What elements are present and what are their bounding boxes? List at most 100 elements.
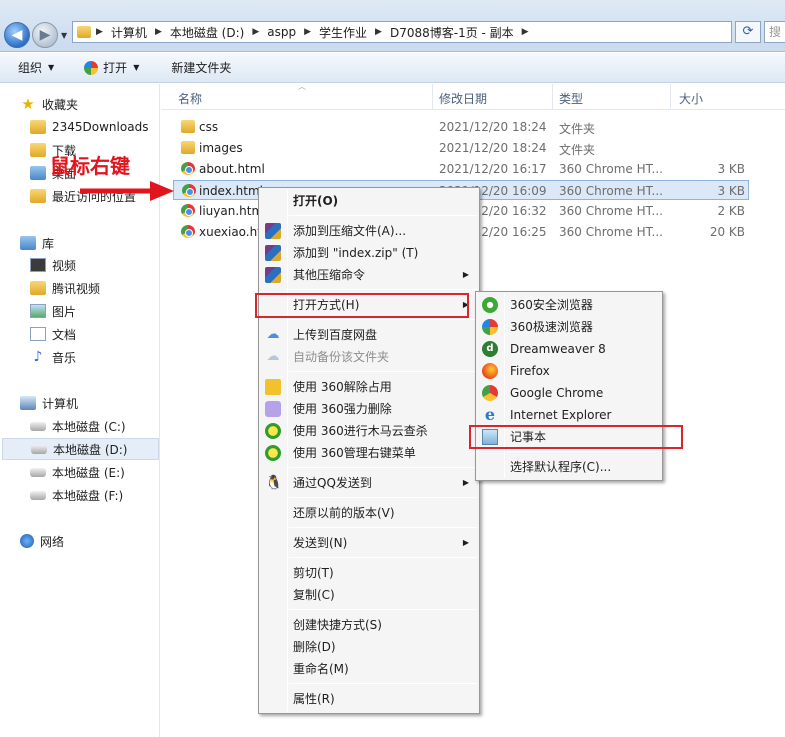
breadcrumb[interactable]: ▶ 计算机 ▶ 本地磁盘 (D:) ▶ aspp ▶ 学生作业 ▶ D7088博…	[72, 21, 732, 43]
nav-fav-2345downloads[interactable]: 2345Downloads	[30, 116, 148, 138]
menu-label: Google Chrome	[510, 386, 604, 400]
360-browser-icon	[84, 60, 99, 75]
internet-explorer-icon: e	[484, 405, 496, 424]
open-with-chrome[interactable]: Google Chrome	[478, 382, 660, 404]
nav-drive-f[interactable]: 本地磁盘 (F:)	[30, 484, 123, 506]
menu-upload-baidu[interactable]: ☁ 上传到百度网盘	[261, 324, 477, 346]
menu-properties[interactable]: 属性(R)	[261, 688, 477, 710]
open-with-360se[interactable]: 360安全浏览器	[478, 294, 660, 316]
nav-lib-tencent-video[interactable]: 腾讯视频	[30, 277, 100, 299]
nav-drive-e[interactable]: 本地磁盘 (E:)	[30, 461, 125, 483]
menu-add-zip[interactable]: 添加到 "index.zip" (T)	[261, 242, 477, 264]
chevron-right-icon[interactable]: ▶	[519, 27, 532, 37]
breadcrumb-aspp[interactable]: aspp	[262, 25, 301, 39]
recent-pages-dropdown[interactable]: ▼	[61, 31, 67, 40]
file-row-images[interactable]: images 2021/12/20 18:24 文件夹	[173, 138, 749, 158]
nav-item-label: 视频	[52, 258, 77, 273]
chevron-right-icon[interactable]: ▶	[152, 27, 165, 37]
organize-label: 组织	[18, 61, 43, 75]
nav-favorites[interactable]: ★ 收藏夹	[20, 93, 78, 115]
organize-button[interactable]: 组织 ▼	[0, 59, 64, 76]
menu-label: 添加到压缩文件(A)...	[293, 224, 407, 238]
menu-label: 360安全浏览器	[510, 298, 593, 312]
nav-lib-music[interactable]: ♪ 音乐	[30, 346, 76, 368]
menu-360-trojan-scan[interactable]: 使用 360进行木马云查杀	[261, 420, 477, 442]
360-security-icon	[265, 423, 281, 439]
menu-label: 使用 360进行木马云查杀	[293, 424, 428, 438]
arrow-left-icon: ◀	[11, 27, 23, 43]
menu-add-archive[interactable]: 添加到压缩文件(A)...	[261, 220, 477, 242]
column-header-size[interactable]: 大小	[679, 90, 703, 107]
menu-360-force-delete[interactable]: 使用 360强力删除	[261, 398, 477, 420]
breadcrumb-computer[interactable]: 计算机	[106, 24, 152, 41]
open-with-ie[interactable]: e Internet Explorer	[478, 404, 660, 426]
menu-label: Dreamweaver 8	[510, 342, 606, 356]
column-header-name[interactable]: 名称	[178, 90, 202, 107]
search-input[interactable]: 搜	[764, 21, 785, 43]
menu-create-shortcut[interactable]: 创建快捷方式(S)	[261, 614, 477, 636]
nav-lib-documents[interactable]: 文档	[30, 323, 76, 345]
file-name: images	[199, 141, 243, 155]
submenu-arrow-icon: ▶	[462, 270, 469, 279]
menu-copy[interactable]: 复制(C)	[261, 584, 477, 606]
nav-drive-c[interactable]: 本地磁盘 (C:)	[30, 415, 126, 437]
breadcrumb-homework[interactable]: 学生作业	[314, 24, 372, 41]
file-size: 3 KB	[717, 162, 745, 176]
column-header-type[interactable]: 类型	[559, 90, 583, 107]
chevron-right-icon[interactable]: ▶	[301, 27, 314, 37]
menu-delete[interactable]: 删除(D)	[261, 636, 477, 658]
refresh-icon: ⟳	[742, 24, 754, 39]
menu-360-manage-menu[interactable]: 使用 360管理右键菜单	[261, 442, 477, 464]
nav-libraries[interactable]: 库	[20, 232, 54, 254]
file-size: 20 KB	[709, 225, 745, 239]
nav-item-label: 图片	[52, 304, 77, 319]
file-row-css[interactable]: css 2021/12/20 18:24 文件夹	[173, 117, 749, 137]
open-with-submenu: 360安全浏览器 360极速浏览器 d Dreamweaver 8 Firefox…	[475, 291, 663, 481]
360-chrome-html-icon	[182, 184, 196, 197]
menu-360-unlock[interactable]: 使用 360解除占用	[261, 376, 477, 398]
menu-label: 使用 360管理右键菜单	[293, 446, 416, 460]
chevron-right-icon[interactable]: ▶	[249, 27, 262, 37]
new-folder-button[interactable]: 新建文件夹	[149, 59, 241, 76]
menu-label: Firefox	[510, 364, 550, 378]
open-with-dreamweaver[interactable]: d Dreamweaver 8	[478, 338, 660, 360]
dreamweaver-icon: d	[482, 341, 498, 357]
nav-computer[interactable]: 计算机	[20, 392, 78, 414]
network-icon	[20, 534, 34, 548]
menu-send-qq[interactable]: 🐧 通过QQ发送到 ▶	[261, 472, 477, 494]
star-icon: ★	[21, 95, 35, 113]
refresh-button[interactable]: ⟳	[735, 21, 761, 43]
nav-drive-d[interactable]: 本地磁盘 (D:)	[2, 438, 159, 460]
open-with-choose-default[interactable]: 选择默认程序(C)...	[478, 456, 660, 478]
nav-item-label: 音乐	[52, 350, 77, 365]
nav-item-label: 本地磁盘 (E:)	[52, 465, 125, 480]
file-name: index.html	[199, 184, 263, 198]
menu-open[interactable]: 打开(O)	[261, 190, 477, 212]
open-with-360chrome[interactable]: 360极速浏览器	[478, 316, 660, 338]
chevron-right-icon[interactable]: ▶	[372, 27, 385, 37]
column-headers: 名称 ︿ 修改日期 类型 大小	[161, 82, 785, 110]
menu-send-to[interactable]: 发送到(N) ▶	[261, 532, 477, 554]
breadcrumb-current-folder[interactable]: D7088博客-1页 - 副本	[385, 24, 519, 41]
nav-network[interactable]: 网络	[20, 530, 64, 552]
open-button[interactable]: 打开 ▼	[64, 59, 149, 76]
360-chrome-html-icon	[181, 162, 195, 175]
menu-label: 360极速浏览器	[510, 320, 593, 334]
file-size: 3 KB	[717, 184, 745, 198]
menu-restore-previous[interactable]: 还原以前的版本(V)	[261, 502, 477, 524]
back-button[interactable]: ◀	[4, 22, 30, 48]
breadcrumb-drive-d[interactable]: 本地磁盘 (D:)	[165, 24, 249, 41]
menu-rename[interactable]: 重命名(M)	[261, 658, 477, 680]
highlight-notepad	[469, 425, 683, 449]
context-menu: 打开(O) 添加到压缩文件(A)... 添加到 "index.zip" (T) …	[258, 187, 480, 714]
forward-button[interactable]: ▶	[32, 22, 58, 48]
nav-lib-pictures[interactable]: 图片	[30, 300, 76, 322]
360-unlock-icon	[265, 379, 281, 395]
file-row-about[interactable]: about.html 2021/12/20 16:17 360 Chrome H…	[173, 159, 749, 179]
nav-lib-videos[interactable]: 视频	[30, 254, 76, 276]
menu-other-compress[interactable]: 其他压缩命令 ▶	[261, 264, 477, 286]
open-with-firefox[interactable]: Firefox	[478, 360, 660, 382]
menu-cut[interactable]: 剪切(T)	[261, 562, 477, 584]
drive-icon	[30, 467, 46, 477]
column-header-date[interactable]: 修改日期	[439, 90, 487, 107]
